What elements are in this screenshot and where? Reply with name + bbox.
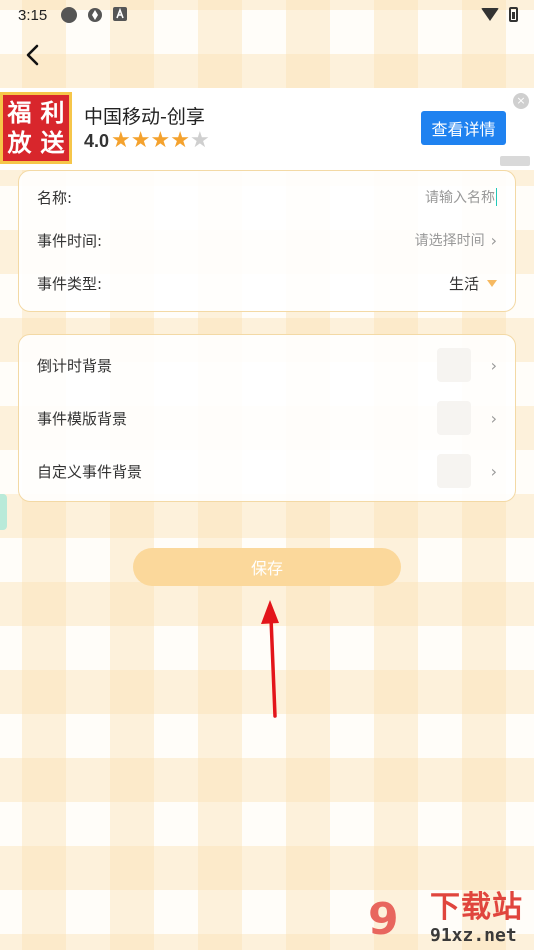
save-button[interactable]: 保存 <box>133 548 401 586</box>
countdown-bg-row[interactable]: 倒计时背景 › <box>19 345 515 385</box>
app-a-icon <box>113 7 129 23</box>
watermark-title: 下载站 <box>430 890 523 925</box>
ad-logo-char: 放 <box>7 128 32 157</box>
chevron-right-icon: › <box>490 408 497 428</box>
wifi-icon <box>481 8 499 21</box>
template-bg-label: 事件模版背景 <box>37 409 128 428</box>
back-button[interactable] <box>20 40 46 70</box>
name-input[interactable]: 请输入名称 <box>425 187 495 207</box>
star-filled-icon: ★ <box>130 128 151 153</box>
time-picker[interactable]: 请选择时间 <box>415 230 485 250</box>
battery-icon <box>509 7 518 22</box>
ad-logo-char: 利 <box>40 98 65 127</box>
ad-rating-score: 4.0 <box>84 130 110 151</box>
countdown-bg-swatch[interactable] <box>436 348 471 382</box>
ad-rating: 4.0 ★★★★★ <box>84 130 210 152</box>
star-empty-icon: ★ <box>189 128 210 153</box>
sync-icon <box>87 7 103 23</box>
text-cursor <box>496 188 497 206</box>
event-form-card: 名称: 请输入名称 事件时间: 请选择时间 › 事件类型: 生活 <box>18 170 516 312</box>
ad-logo: 福 利 放 送 <box>0 92 72 164</box>
template-bg-swatch[interactable] <box>436 401 471 435</box>
type-label: 事件类型: <box>37 274 103 293</box>
star-filled-icon: ★ <box>111 128 131 153</box>
type-select[interactable]: 生活 <box>449 273 479 294</box>
status-time: 3:15 <box>18 6 48 24</box>
watermark-url: 91xz.net <box>430 925 517 946</box>
side-drawer-handle[interactable] <box>0 494 7 530</box>
chevron-right-icon: › <box>490 230 497 250</box>
countdown-bg-label: 倒计时背景 <box>37 356 113 375</box>
ad-close-icon[interactable]: × <box>513 93 529 109</box>
chevron-right-icon: › <box>490 461 497 481</box>
time-row[interactable]: 事件时间: 请选择时间 › <box>19 220 515 260</box>
background-card: 倒计时背景 › 事件模版背景 › 自定义事件背景 › <box>18 334 516 502</box>
status-bar: 3:15 <box>0 0 534 30</box>
template-bg-row[interactable]: 事件模版背景 › <box>19 398 515 438</box>
type-row[interactable]: 事件类型: 生活 <box>19 263 515 303</box>
status-right <box>481 7 518 22</box>
ad-details-button[interactable]: 查看详情 <box>421 111 506 145</box>
watermark-logo: 9 下载站 91xz.net <box>368 892 534 948</box>
star-filled-icon: ★ <box>150 128 171 153</box>
chevron-left-icon <box>26 44 39 66</box>
ad-rating-stars: ★★★★★ <box>111 130 210 152</box>
time-label: 事件时间: <box>37 231 103 250</box>
ad-logo-char: 送 <box>40 128 65 157</box>
custom-bg-label: 自定义事件背景 <box>37 462 143 481</box>
chevron-right-icon: › <box>490 355 497 375</box>
ad-title: 中国移动-创享 <box>84 106 205 128</box>
name-row[interactable]: 名称: 请输入名称 <box>19 177 515 217</box>
star-filled-icon: ★ <box>170 128 190 153</box>
ad-logo-char: 福 <box>7 98 32 127</box>
caret-down-icon <box>487 279 497 287</box>
watermark-glyph: 9 <box>368 894 399 945</box>
custom-bg-row[interactable]: 自定义事件背景 › <box>19 451 515 491</box>
ad-banner[interactable]: 福 利 放 送 中国移动-创享 4.0 ★★★★★ 查看详情 × <box>0 88 534 170</box>
name-label: 名称: <box>37 188 73 207</box>
notification-dot-icon <box>61 7 78 23</box>
custom-bg-swatch[interactable] <box>436 454 471 488</box>
ad-mark-icon <box>500 156 530 166</box>
red-arrow-annotation <box>261 600 279 718</box>
